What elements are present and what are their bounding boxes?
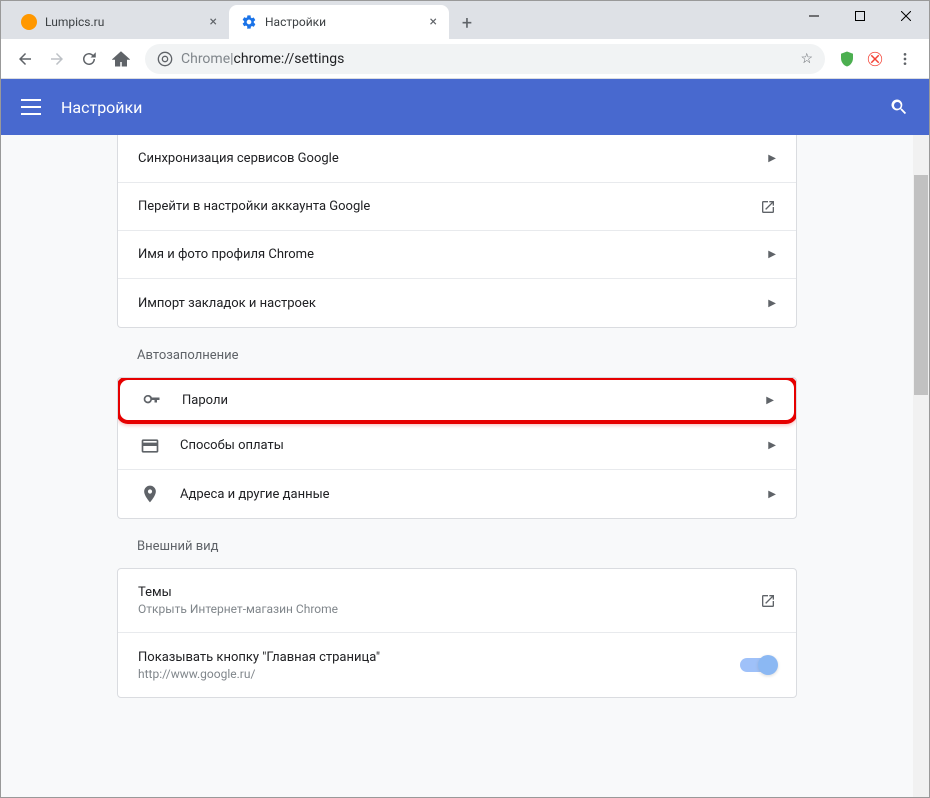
close-icon[interactable]: ×: [430, 14, 437, 30]
passwords-row[interactable]: Пароли ▶: [117, 377, 797, 424]
close-icon[interactable]: ×: [210, 14, 217, 30]
sync-card: Синхронизация сервисов Google ▶ Перейти …: [117, 135, 797, 328]
browser-toolbar: Chrome | chrome://settings ☆: [1, 39, 929, 79]
back-button[interactable]: [9, 43, 41, 75]
bookmark-star-icon[interactable]: ☆: [800, 51, 813, 67]
toggle-switch[interactable]: [740, 658, 776, 672]
chevron-right-icon: ▶: [768, 298, 776, 309]
appearance-section-title: Внешний вид: [117, 519, 797, 568]
extension-shield-icon[interactable]: [833, 45, 861, 73]
profile-name-photo-row[interactable]: Имя и фото профиля Chrome ▶: [118, 231, 796, 279]
chevron-right-icon: ▶: [768, 489, 776, 500]
chevron-right-icon: ▶: [766, 395, 774, 406]
row-label: Имя и фото профиля Chrome: [138, 247, 768, 262]
chevron-right-icon: ▶: [768, 153, 776, 164]
menu-icon[interactable]: [21, 99, 41, 115]
row-label: Темы: [138, 585, 760, 600]
chevron-right-icon: ▶: [768, 249, 776, 260]
browser-menu-button[interactable]: [889, 43, 921, 75]
addresses-row[interactable]: Адреса и другие данные ▶: [118, 470, 796, 518]
minimize-button[interactable]: [791, 1, 837, 31]
key-icon: [140, 390, 164, 410]
row-label: Перейти в настройки аккаунта Google: [138, 199, 760, 214]
row-label: Адреса и другие данные: [180, 487, 768, 502]
google-account-settings-row[interactable]: Перейти в настройки аккаунта Google: [118, 183, 796, 231]
themes-row[interactable]: Темы Открыть Интернет-магазин Chrome: [118, 569, 796, 633]
lumpics-favicon: [21, 14, 37, 30]
window-titlebar: Lumpics.ru × Настройки × +: [1, 1, 929, 39]
settings-header: Настройки: [1, 79, 929, 135]
settings-favicon: [241, 14, 257, 30]
url-prefix: Chrome: [181, 51, 230, 67]
credit-card-icon: [138, 436, 162, 456]
show-home-button-row[interactable]: Показывать кнопку "Главная страница" htt…: [118, 633, 796, 697]
tab-title: Настройки: [265, 15, 326, 29]
row-label: Импорт закладок и настроек: [138, 296, 768, 311]
home-button[interactable]: [105, 43, 137, 75]
vertical-scrollbar[interactable]: [913, 135, 929, 797]
scrollbar-thumb[interactable]: [914, 175, 928, 395]
window-controls: [791, 1, 929, 39]
forward-button[interactable]: [41, 43, 73, 75]
address-bar[interactable]: Chrome | chrome://settings ☆: [145, 44, 825, 74]
autofill-section-title: Автозаполнение: [117, 328, 797, 377]
autofill-card: Пароли ▶ Способы оплаты ▶ Адреса и други…: [117, 377, 797, 519]
tab-lumpics[interactable]: Lumpics.ru ×: [9, 5, 229, 39]
open-external-icon: [760, 199, 776, 215]
close-window-button[interactable]: [883, 1, 929, 31]
page-title: Настройки: [61, 98, 142, 117]
row-label: Синхронизация сервисов Google: [138, 151, 768, 166]
appearance-card: Темы Открыть Интернет-магазин Chrome Пок…: [117, 568, 797, 698]
new-tab-button[interactable]: +: [453, 9, 481, 37]
url-path: chrome://settings: [234, 51, 345, 67]
row-label: Способы оплаты: [180, 438, 768, 453]
open-external-icon: [760, 593, 776, 609]
search-icon[interactable]: [889, 97, 909, 117]
payment-methods-row[interactable]: Способы оплаты ▶: [118, 422, 796, 470]
chrome-icon: [157, 51, 173, 67]
location-icon: [138, 484, 162, 504]
settings-content: Синхронизация сервисов Google ▶ Перейти …: [1, 135, 913, 797]
extension-adblock-icon[interactable]: [861, 45, 889, 73]
row-label: Пароли: [182, 393, 766, 408]
import-bookmarks-row[interactable]: Импорт закладок и настроек ▶: [118, 279, 796, 327]
row-sublabel: Открыть Интернет-магазин Chrome: [138, 602, 760, 616]
content-wrapper: Синхронизация сервисов Google ▶ Перейти …: [1, 135, 929, 797]
sync-google-services-row[interactable]: Синхронизация сервисов Google ▶: [118, 135, 796, 183]
reload-button[interactable]: [73, 43, 105, 75]
maximize-button[interactable]: [837, 1, 883, 31]
row-label: Показывать кнопку "Главная страница": [138, 650, 740, 665]
tab-title: Lumpics.ru: [45, 15, 104, 29]
tab-settings[interactable]: Настройки ×: [229, 5, 449, 39]
tab-strip: Lumpics.ru × Настройки × +: [1, 1, 481, 39]
chevron-right-icon: ▶: [768, 440, 776, 451]
row-sublabel: http://www.google.ru/: [138, 667, 740, 681]
